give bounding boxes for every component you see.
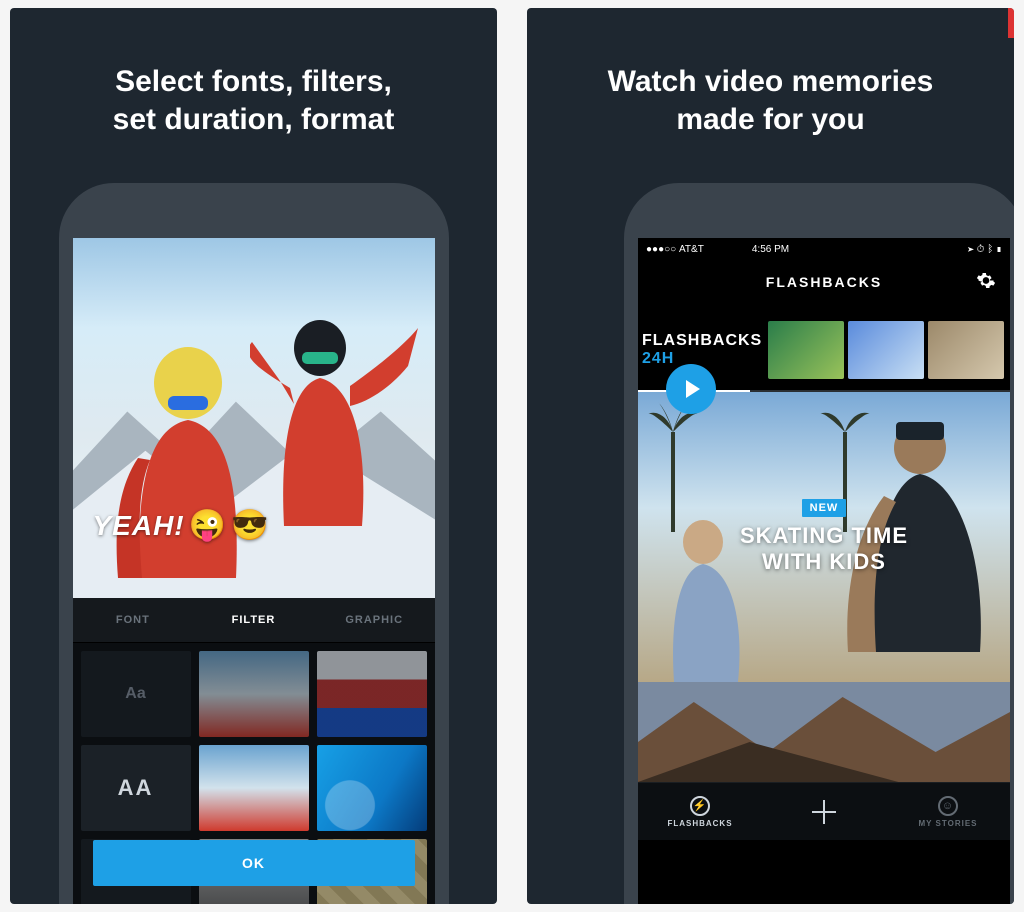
text-overlay[interactable]: YEAH! 😜 😎: [93, 508, 270, 543]
sky-decoration: [73, 238, 435, 308]
ok-button[interactable]: OK: [93, 840, 415, 886]
flashback-thumb[interactable]: [928, 321, 1004, 379]
nav-add[interactable]: [762, 798, 886, 826]
headline-line: Watch video memories: [608, 65, 934, 98]
settings-button[interactable]: [976, 271, 996, 294]
flashbacks-label-line: FLASHBACKS: [642, 332, 762, 350]
profile-icon: ☺: [938, 796, 958, 816]
tab-filter[interactable]: FILTER: [193, 598, 314, 642]
sunglasses-emoji-icon: 😎: [231, 508, 269, 543]
status-bar: ●●●○○ AT&T 4:56 PM ➤ ⏱ ᛒ ▮: [638, 238, 1010, 260]
status-time: 4:56 PM: [752, 244, 789, 255]
headline-left: Select fonts, filters, set duration, for…: [83, 63, 425, 138]
person-right: [250, 308, 420, 528]
status-icons: ➤ ⏱ ᛒ ▮: [968, 244, 1002, 255]
filter-grid: Aa AA Aa OK: [73, 643, 435, 904]
location-icon: ➤: [968, 244, 974, 255]
screen-header: FLASHBACKS: [638, 260, 1010, 304]
flashback-thumb[interactable]: [768, 321, 844, 379]
wink-emoji-icon: 😜: [189, 508, 227, 543]
headline-line: Select fonts, filters,: [115, 65, 392, 98]
flashbacks-screen: ●●●○○ AT&T 4:56 PM ➤ ⏱ ᛒ ▮ FLASHBACKS: [638, 238, 1010, 904]
graphic-thumb[interactable]: [317, 651, 427, 737]
nav-flashbacks[interactable]: ⚡ FLASHBACKS: [638, 796, 762, 828]
tab-font[interactable]: FONT: [73, 598, 194, 642]
graphic-thumb[interactable]: [317, 745, 427, 831]
crop-indicator: [1008, 8, 1014, 38]
bluetooth-icon: ᛒ: [987, 244, 993, 255]
plus-icon: [810, 798, 838, 826]
filter-thumb[interactable]: [199, 651, 309, 737]
header-title: FLASHBACKS: [766, 274, 882, 290]
editor-screen: YEAH! 😜 😎 FONT FILTER GRAPHIC Aa AA Aa: [73, 238, 435, 904]
story-title: SKATING TIME WITH KIDS: [740, 523, 908, 576]
font-thumb-selected[interactable]: AA: [81, 745, 191, 831]
font-thumb[interactable]: Aa: [81, 651, 191, 737]
screenshot-panel-left: Select fonts, filters, set duration, for…: [10, 8, 497, 904]
tab-graphic[interactable]: GRAPHIC: [314, 598, 435, 642]
flash-icon: ⚡: [690, 796, 710, 816]
battery-icon: ▮: [996, 244, 1002, 255]
new-badge: NEW: [802, 499, 847, 517]
phone-frame-right: ●●●○○ AT&T 4:56 PM ➤ ⏱ ᛒ ▮ FLASHBACKS: [624, 183, 1014, 904]
screenshot-panel-right: Watch video memories made for you ●●●○○ …: [527, 8, 1014, 904]
overlay-text-value: YEAH!: [93, 510, 185, 542]
flashbacks-carousel[interactable]: FLASHBACKS 24H: [638, 304, 1010, 390]
alarm-icon: ⏱: [977, 244, 985, 255]
bottom-nav: ⚡ FLASHBACKS ☺ MY STORIES: [638, 782, 1010, 840]
headline-line: set duration, format: [113, 103, 395, 136]
headline-line: made for you: [676, 103, 864, 136]
story-card[interactable]: NEW SKATING TIME WITH KIDS: [638, 392, 1010, 682]
editor-tabbar: FONT FILTER GRAPHIC: [73, 598, 435, 643]
landscape-decoration: [638, 682, 1010, 782]
status-signal: ●●●○○ AT&T: [646, 244, 704, 255]
gear-icon: [976, 271, 996, 291]
nav-label: MY STORIES: [918, 819, 977, 828]
flashbacks-label: FLASHBACKS 24H: [638, 332, 762, 368]
play-button[interactable]: [666, 364, 716, 414]
flashbacks-label-line: 24H: [642, 350, 762, 368]
media-preview[interactable]: YEAH! 😜 😎: [73, 238, 435, 598]
headline-right: Watch video memories made for you: [578, 63, 964, 138]
nav-mystories[interactable]: ☺ MY STORIES: [886, 796, 1010, 828]
flashback-thumb[interactable]: [848, 321, 924, 379]
phone-frame-left: YEAH! 😜 😎 FONT FILTER GRAPHIC Aa AA Aa: [59, 183, 449, 904]
filter-thumb-selected[interactable]: [199, 745, 309, 831]
flashback-thumbs: [768, 321, 1004, 379]
nav-label: FLASHBACKS: [667, 819, 732, 828]
person-left: [108, 328, 273, 588]
story-card[interactable]: [638, 682, 1010, 782]
